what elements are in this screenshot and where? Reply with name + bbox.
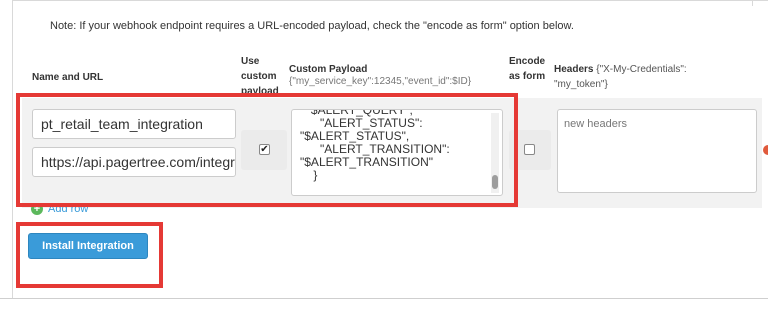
panel-divider	[752, 0, 753, 6]
headers-label: Headers	[554, 64, 594, 75]
panel-border-left	[12, 0, 13, 298]
column-header-headers: Headers {"X-My-Credentials": "my_token"}	[554, 62, 724, 92]
headers-textarea[interactable]: new headers	[557, 109, 757, 193]
encode-as-form-checkbox[interactable]	[524, 144, 535, 155]
highlight-box-row	[16, 93, 518, 207]
panel-border-bottom	[0, 298, 768, 299]
custom-payload-hint: {"my_service_key":12345,"event_id":$ID}	[289, 76, 472, 87]
panel-border-top	[12, 0, 768, 1]
column-header-custom-payload: Custom Payload	[289, 64, 368, 75]
encoding-note: Note: If your webhook endpoint requires …	[50, 20, 574, 32]
remove-row-icon[interactable]	[763, 145, 768, 155]
column-header-encode-as-form: Encode as form	[509, 56, 546, 82]
highlight-box-install-button	[16, 222, 163, 288]
column-header-name-url: Name and URL	[32, 72, 104, 83]
